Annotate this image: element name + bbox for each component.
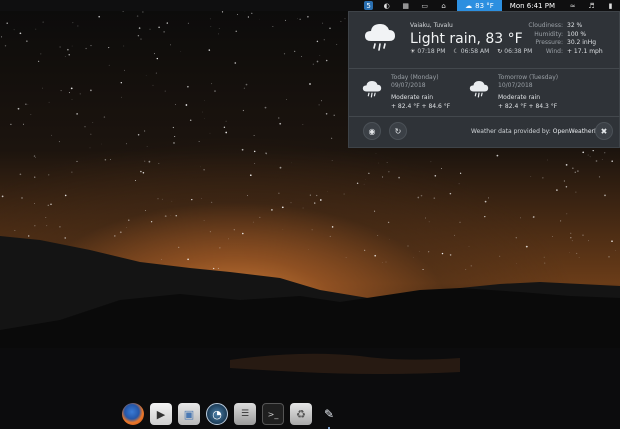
forecast-condition: Moderate rain — [498, 94, 541, 101]
moon-time: 06:58 AM — [460, 48, 490, 55]
provider-prefix: Weather data provided by: — [471, 128, 551, 135]
divider — [349, 68, 620, 69]
forecast-title: Tomorrow (Tuesday) — [498, 74, 559, 81]
detail-label: Humidity: — [534, 30, 563, 38]
refresh-button[interactable]: ↻ — [389, 122, 407, 140]
clock[interactable]: Mon 6:41 PM — [502, 0, 563, 11]
package-installer-icon[interactable]: ▣ — [178, 403, 200, 425]
forecast-temps: + 82.4 °F + 84.3 °F — [498, 103, 558, 110]
target-icon: ◉ — [368, 126, 376, 136]
settings-button[interactable]: ✖ — [595, 122, 613, 140]
weather-details: Cloudiness: 32 % Humidity: 100 % Pressure:… — [525, 22, 603, 56]
detail-label: Cloudiness: — [528, 22, 563, 29]
home-icon[interactable]: ⌂ — [438, 1, 449, 10]
firefox-icon[interactable] — [122, 403, 144, 425]
app-tray-icon[interactable]: 5 — [364, 1, 374, 10]
detail-value: 100 % — [567, 30, 587, 38]
sunrise-time: 07:18 PM — [417, 48, 446, 55]
wifi-icon[interactable]: ≈ — [567, 1, 578, 10]
sunrise-icon: ☀ — [410, 48, 416, 55]
cloud-rain-icon: ☁ — [465, 1, 473, 10]
video-editor-icon[interactable]: ▶ — [150, 403, 172, 425]
rain-cloud-icon — [469, 81, 489, 98]
moon-icon: ☾ — [453, 48, 459, 55]
provider-credit: Weather data provided by: OpenWeatherMap — [471, 128, 607, 135]
weather-indicator-button[interactable]: ☁ 83 °F — [457, 0, 502, 11]
forecast-condition: Moderate rain — [391, 94, 434, 101]
terminal-icon[interactable]: >_ — [262, 403, 284, 425]
detail-label: Pressure: — [535, 39, 563, 46]
sun-times: ☀ 07:18 PM ☾ 06:58 AM ↻ 06:38 PM — [410, 48, 532, 55]
rain-cloud-icon — [365, 24, 395, 51]
location-label: Vaiaku, Tuvalu — [410, 22, 453, 29]
volume-icon[interactable]: ♬ — [586, 1, 597, 10]
locate-button[interactable]: ◉ — [363, 122, 381, 140]
forecast-title: Today (Monday) — [391, 74, 439, 81]
forecast-today: Today (Monday) 09/07/2018 Moderate rain … — [391, 74, 450, 110]
forecast-tomorrow: Tomorrow (Tuesday) 10/07/2018 Moderate r… — [498, 74, 558, 110]
dock: ▶ ▣ ◔ ☰ >_ ♻ ✎ — [122, 400, 340, 429]
trash-icon[interactable]: ♻ — [290, 403, 312, 425]
detail-value: 30.2 inHg — [567, 39, 597, 46]
forecast-date: 10/07/2018 — [498, 82, 533, 89]
forecast-temps: + 82.4 °F + 84.6 °F — [391, 103, 451, 110]
temperature-label: 83 °F — [475, 1, 494, 10]
rain-cloud-icon — [362, 81, 382, 98]
system-monitor-icon[interactable]: ◔ — [206, 403, 228, 425]
detail-value: + 17.1 mph — [567, 47, 603, 55]
weather-popup: Vaiaku, Tuvalu Light rain, 83 °F ☀ 07:18 … — [348, 11, 620, 148]
mixer-icon[interactable]: ☰ — [234, 403, 256, 425]
detail-value: 32 % — [567, 22, 583, 29]
detail-label: Wind: — [545, 47, 563, 55]
tools-icon: ✖ — [600, 126, 608, 136]
forecast-date: 09/07/2018 — [391, 82, 426, 89]
shield-icon[interactable]: ◐ — [381, 1, 392, 10]
divider — [349, 116, 620, 117]
refresh-icon: ↻ — [394, 126, 402, 136]
system-tray: 5 ◐ ▦ ▭ ⌂ ☁ 83 °F Mon 6:41 PM ≈ ♬ ▮ — [360, 0, 620, 11]
sunset-icon: ↻ — [497, 48, 503, 55]
document-icon[interactable]: ▦ — [400, 1, 411, 10]
battery-icon[interactable]: ▮ — [605, 1, 616, 10]
sky-editor-icon[interactable]: ✎ — [318, 403, 340, 429]
top-panel: 5 ◐ ▦ ▭ ⌂ ☁ 83 °F Mon 6:41 PM ≈ ♬ ▮ — [0, 0, 620, 11]
display-icon[interactable]: ▭ — [419, 1, 430, 10]
current-condition: Light rain, 83 °F — [410, 31, 523, 47]
